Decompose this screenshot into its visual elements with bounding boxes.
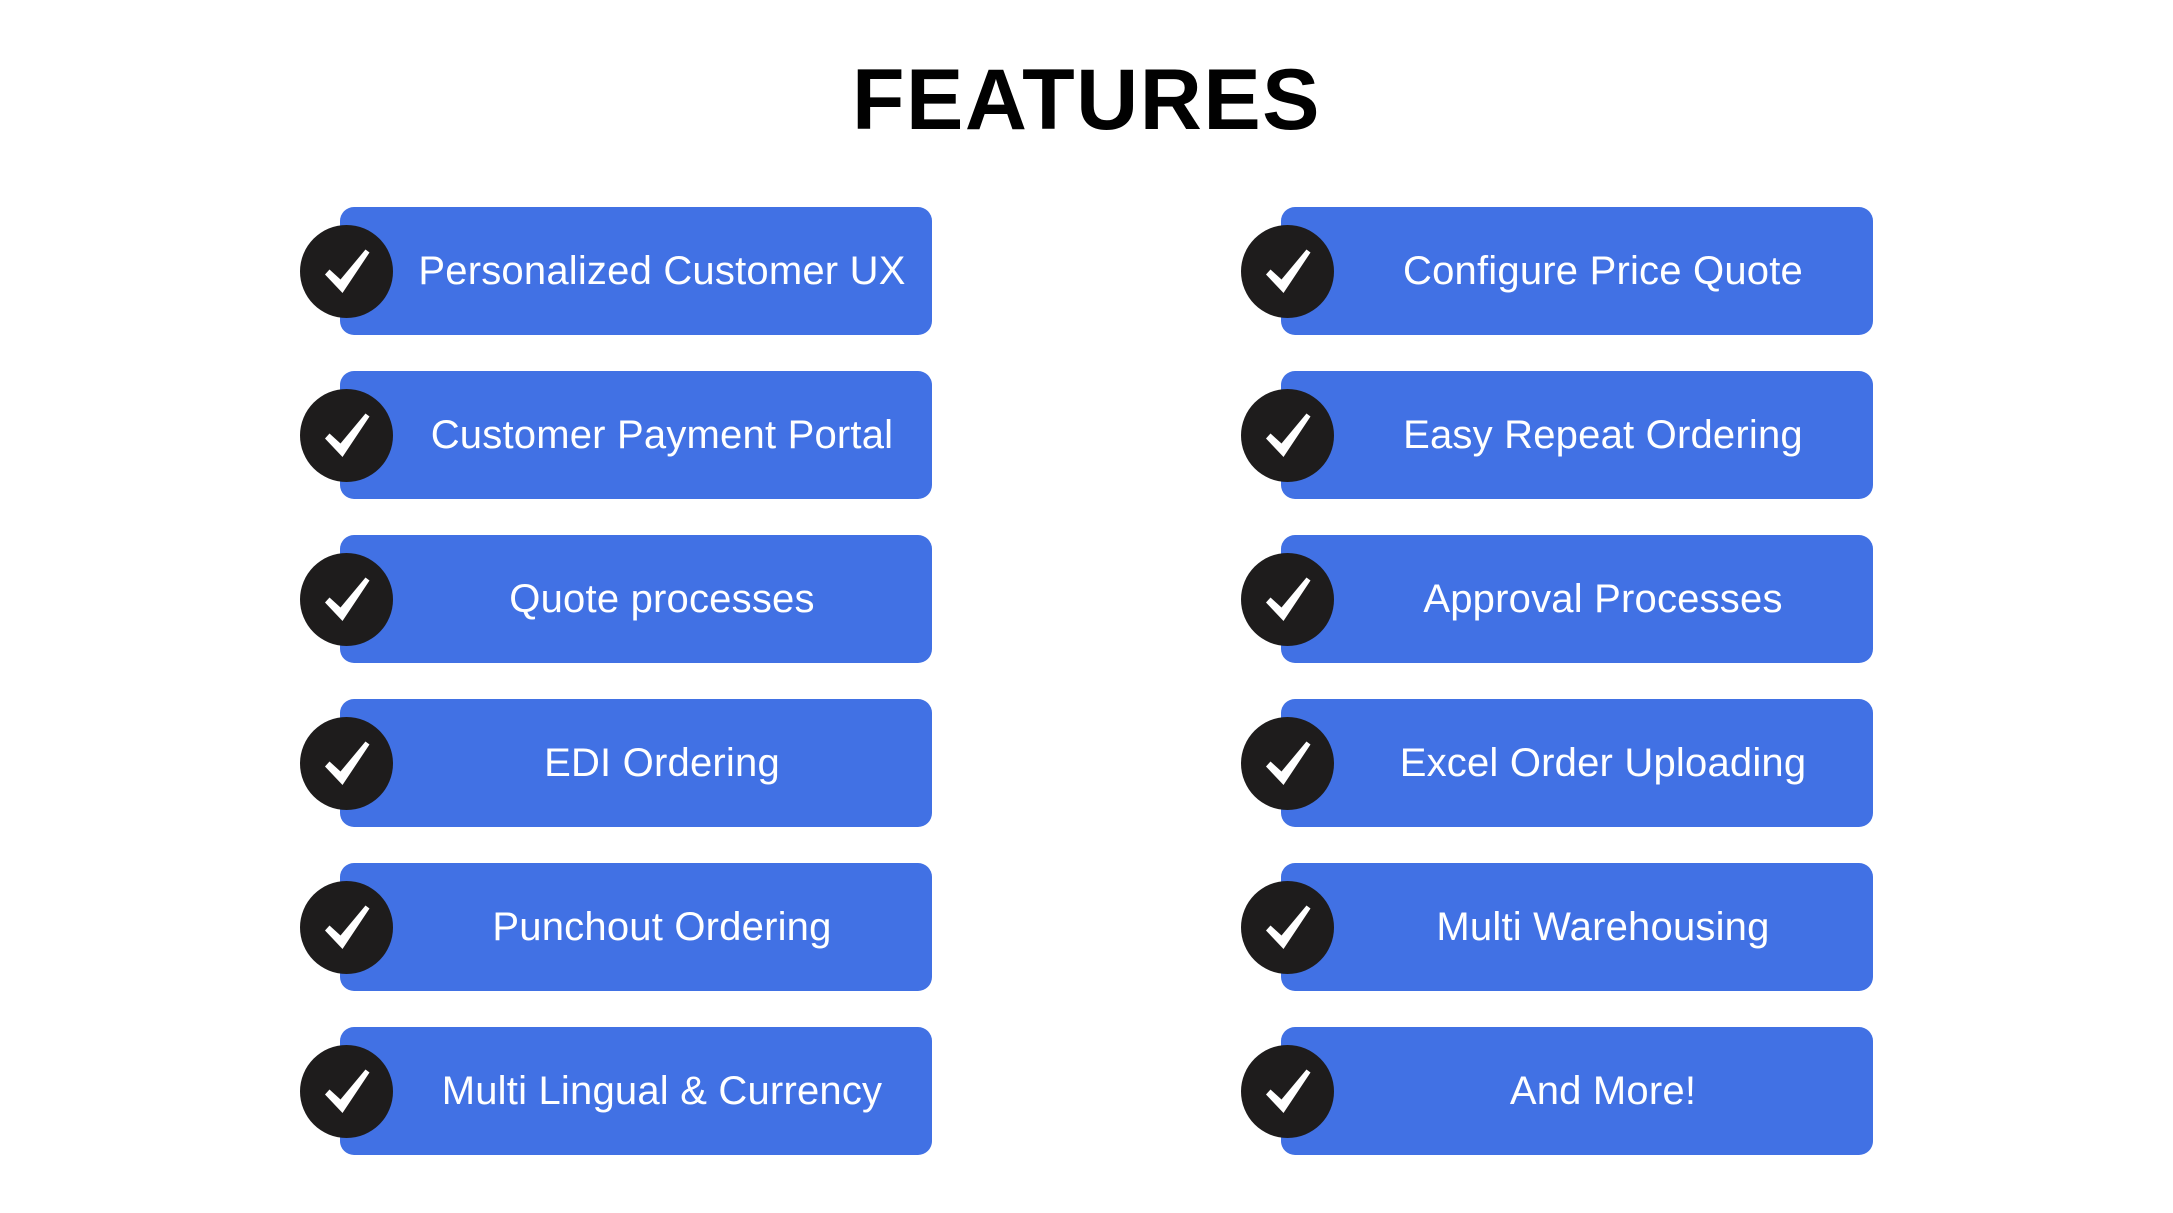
feature-label: Punchout Ordering: [492, 905, 832, 949]
feature-label: Approval Processes: [1423, 577, 1783, 621]
check-icon: [1241, 717, 1334, 810]
feature-pill[interactable]: Multi Lingual & Currency: [340, 1027, 932, 1155]
page-title: FEATURES: [851, 52, 1322, 148]
feature-label: Customer Payment Portal: [430, 413, 894, 457]
feature-label: Personalized Customer UX: [418, 249, 906, 293]
feature-item[interactable]: Configure Price Quote: [1241, 207, 1873, 335]
feature-item[interactable]: Customer Payment Portal: [300, 371, 932, 499]
feature-label: Configure Price Quote: [1403, 249, 1803, 293]
feature-item[interactable]: And More!: [1241, 1027, 1873, 1155]
feature-label: Quote processes: [509, 577, 815, 621]
feature-item[interactable]: Easy Repeat Ordering: [1241, 371, 1873, 499]
feature-pill[interactable]: Personalized Customer UX: [340, 207, 932, 335]
check-icon: [300, 225, 393, 318]
features-columns: Personalized Customer UX Customer Paymen…: [300, 207, 1873, 1155]
check-icon: [300, 1045, 393, 1138]
left-column: Personalized Customer UX Customer Paymen…: [300, 207, 932, 1155]
check-icon: [1241, 1045, 1334, 1138]
feature-pill[interactable]: Easy Repeat Ordering: [1281, 371, 1873, 499]
feature-label: And More!: [1509, 1069, 1697, 1113]
feature-item[interactable]: Punchout Ordering: [300, 863, 932, 991]
feature-item[interactable]: Excel Order Uploading: [1241, 699, 1873, 827]
feature-label: Easy Repeat Ordering: [1403, 413, 1803, 457]
check-icon: [300, 717, 393, 810]
check-icon: [1241, 225, 1334, 318]
feature-label: Multi Lingual & Currency: [441, 1069, 883, 1113]
check-icon: [1241, 881, 1334, 974]
feature-pill[interactable]: Multi Warehousing: [1281, 863, 1873, 991]
feature-pill[interactable]: Configure Price Quote: [1281, 207, 1873, 335]
features-slide: FEATURES Personalized Customer UX Custom…: [0, 0, 2173, 1213]
feature-label: Multi Warehousing: [1436, 905, 1770, 949]
feature-item[interactable]: EDI Ordering: [300, 699, 932, 827]
feature-pill[interactable]: EDI Ordering: [340, 699, 932, 827]
right-column: Configure Price Quote Easy Repeat Orderi…: [1241, 207, 1873, 1155]
check-icon: [300, 553, 393, 646]
feature-item[interactable]: Personalized Customer UX: [300, 207, 932, 335]
check-icon: [300, 881, 393, 974]
feature-pill[interactable]: Customer Payment Portal: [340, 371, 932, 499]
feature-pill[interactable]: Excel Order Uploading: [1281, 699, 1873, 827]
feature-label: EDI Ordering: [544, 741, 780, 785]
feature-pill[interactable]: Approval Processes: [1281, 535, 1873, 663]
check-icon: [1241, 389, 1334, 482]
feature-item[interactable]: Quote processes: [300, 535, 932, 663]
feature-pill[interactable]: Quote processes: [340, 535, 932, 663]
feature-pill[interactable]: Punchout Ordering: [340, 863, 932, 991]
feature-label: Excel Order Uploading: [1399, 741, 1807, 785]
check-icon: [1241, 553, 1334, 646]
feature-item[interactable]: Approval Processes: [1241, 535, 1873, 663]
feature-item[interactable]: Multi Lingual & Currency: [300, 1027, 932, 1155]
feature-pill[interactable]: And More!: [1281, 1027, 1873, 1155]
check-icon: [300, 389, 393, 482]
feature-item[interactable]: Multi Warehousing: [1241, 863, 1873, 991]
